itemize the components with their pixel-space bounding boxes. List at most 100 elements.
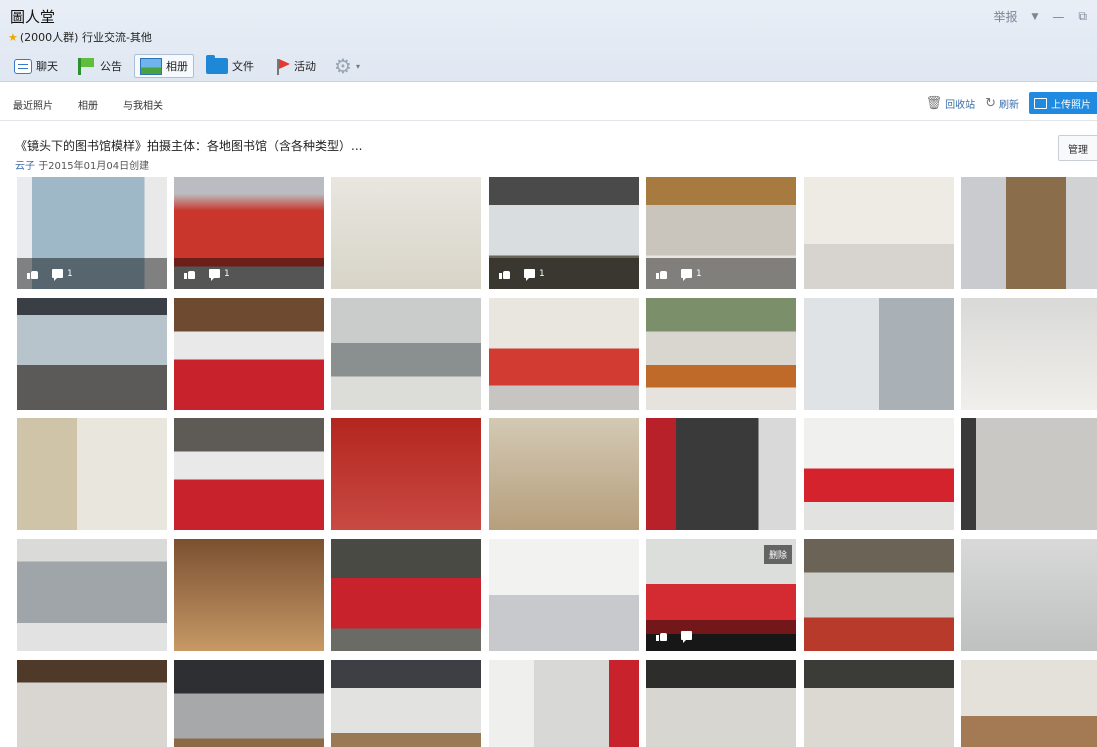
photo-thumbnail[interactable] (17, 660, 167, 747)
photo-thumbnail[interactable] (331, 298, 481, 410)
group-name: 圖人堂 (10, 8, 56, 26)
tab-events-label: 活动 (294, 60, 316, 73)
notice-flag-icon (76, 57, 96, 75)
comment-count[interactable]: 1 (524, 269, 545, 281)
photo-thumbnail[interactable] (961, 418, 1097, 530)
photo-thumbnail[interactable]: 1 (174, 177, 324, 289)
upload-icon (1034, 97, 1047, 109)
album-tabs: 最近照片 相册 与我相关 (13, 97, 163, 112)
comment-icon (524, 269, 535, 281)
photo-thumbnail[interactable] (804, 539, 954, 651)
restore-button[interactable]: ⧉ (1078, 9, 1087, 24)
album-actions: 🗑 回收站 ↻ 刷新 上传照片 (926, 92, 1097, 114)
tab-related-to-me[interactable]: 与我相关 (123, 97, 163, 112)
comment-icon (209, 269, 220, 281)
photo-thumbnail[interactable] (646, 298, 796, 410)
gear-icon: ⚙ (334, 54, 352, 78)
album-author-link[interactable]: 云子 (15, 161, 35, 172)
photo-thumbnail[interactable] (489, 539, 639, 651)
photo-thumbnail[interactable] (961, 298, 1097, 410)
tab-recent-photos[interactable]: 最近照片 (13, 97, 53, 112)
minimize-button[interactable]: — (1052, 10, 1064, 24)
comment-icon[interactable] (681, 631, 692, 643)
comment-icon (52, 269, 63, 281)
album-created-date: 于2015年01月04日创建 (38, 161, 150, 172)
photo-thumbnail[interactable] (804, 418, 954, 530)
photo-thumbnail[interactable] (646, 418, 796, 530)
folder-icon (206, 55, 228, 74)
photo-action-bar: 1 (489, 258, 639, 289)
photo-thumbnail[interactable] (174, 660, 324, 747)
tab-chat-label: 聊天 (36, 60, 58, 73)
dropdown-icon[interactable]: ▼ (1032, 12, 1039, 22)
like-icon[interactable] (184, 269, 195, 279)
photo-thumbnail[interactable] (961, 539, 1097, 651)
photo-thumbnail[interactable] (331, 660, 481, 747)
photo-action-bar: 1 (646, 258, 796, 289)
recycle-bin-label: 回收站 (945, 99, 976, 111)
photo-thumbnail[interactable] (331, 177, 481, 289)
photo-thumbnail[interactable] (174, 298, 324, 410)
comment-count[interactable]: 1 (681, 268, 702, 281)
photo-action-bar: 1 (174, 258, 324, 289)
event-flag-icon (272, 57, 290, 75)
tab-events[interactable]: 活动 (266, 54, 322, 78)
photo-action-bar (646, 620, 796, 651)
photo-thumbnail[interactable] (489, 298, 639, 410)
photo-thumbnail[interactable] (331, 539, 481, 651)
delete-photo-button[interactable]: 删除 (763, 545, 792, 564)
comment-count-value: 1 (67, 268, 73, 279)
photo-thumbnail[interactable]: 戒幢佛學研究所圖書館（拍... (646, 660, 796, 747)
photo-thumbnail[interactable]: 1 (17, 177, 167, 289)
photo-grid: 1111删除戒幢佛學研究所圖書館（拍...戒幢佛學研究所圖書館（拍...戒幢佛學… (17, 177, 1097, 747)
album-meta: 云子 于2015年01月04日创建 (15, 157, 149, 172)
upload-photo-button[interactable]: 上传照片 (1029, 92, 1097, 114)
photo-thumbnail[interactable] (331, 418, 481, 530)
tab-chat[interactable]: 聊天 (8, 54, 64, 78)
group-subtitle: ★ (2000人群) 行业交流-其他 (8, 29, 152, 45)
tab-album-label: 相册 (166, 60, 188, 73)
manage-button[interactable]: 管理 (1058, 135, 1097, 161)
comment-count[interactable]: 1 (209, 268, 230, 281)
tab-albums[interactable]: 相册 (78, 97, 98, 112)
photo-thumbnail[interactable] (174, 418, 324, 530)
toolbar: 聊天 公告 相册 文件 活动 ⚙ ▾ (8, 53, 366, 79)
tab-notice[interactable]: 公告 (70, 54, 128, 78)
photo-thumbnail[interactable] (804, 177, 954, 289)
album-icon (140, 57, 162, 75)
upload-label: 上传照片 (1051, 99, 1091, 111)
tab-files[interactable]: 文件 (200, 54, 260, 78)
chevron-down-icon: ▾ (355, 61, 360, 71)
photo-thumbnail[interactable]: 1 (646, 177, 796, 289)
tab-notice-label: 公告 (100, 60, 122, 73)
photo-thumbnail[interactable] (17, 418, 167, 530)
report-button[interactable]: 举报 (993, 8, 1017, 25)
group-category: (2000人群) 行业交流-其他 (19, 31, 152, 44)
photo-thumbnail[interactable]: 1 (489, 177, 639, 289)
tab-album[interactable]: 相册 (134, 54, 194, 78)
settings-menu[interactable]: ⚙ ▾ (328, 54, 366, 78)
comment-count-value: 1 (696, 268, 702, 279)
album-subnav: 最近照片 相册 与我相关 🗑 回收站 ↻ 刷新 上传照片 (0, 83, 1097, 121)
comment-count-value: 1 (224, 268, 230, 279)
photo-thumbnail[interactable] (17, 539, 167, 651)
like-icon[interactable] (656, 631, 667, 641)
photo-thumbnail[interactable] (961, 177, 1097, 289)
photo-thumbnail[interactable] (174, 539, 324, 651)
photo-thumbnail[interactable] (489, 660, 639, 747)
photo-thumbnail[interactable] (804, 298, 954, 410)
refresh-button[interactable]: ↻ 刷新 (985, 96, 1019, 111)
photo-thumbnail[interactable]: 戒幢佛學研究所圖書館（拍... (961, 660, 1097, 747)
photo-thumbnail[interactable] (489, 418, 639, 530)
recycle-bin-button[interactable]: 🗑 回收站 (926, 96, 976, 111)
photo-thumbnail[interactable] (17, 298, 167, 410)
photo-thumbnail[interactable]: 删除 (646, 539, 796, 651)
like-icon[interactable] (27, 269, 38, 279)
photo-thumbnail[interactable]: 戒幢佛學研究所圖書館（拍... (804, 660, 954, 747)
tab-files-label: 文件 (232, 60, 254, 73)
like-icon[interactable] (499, 269, 510, 279)
comment-count[interactable]: 1 (52, 268, 73, 281)
refresh-label: 刷新 (999, 99, 1019, 111)
album-title: 《镜头下的图书馆模样》拍摄主体：各地图书馆（含各种类型）... (15, 139, 363, 153)
like-icon[interactable] (656, 269, 667, 279)
